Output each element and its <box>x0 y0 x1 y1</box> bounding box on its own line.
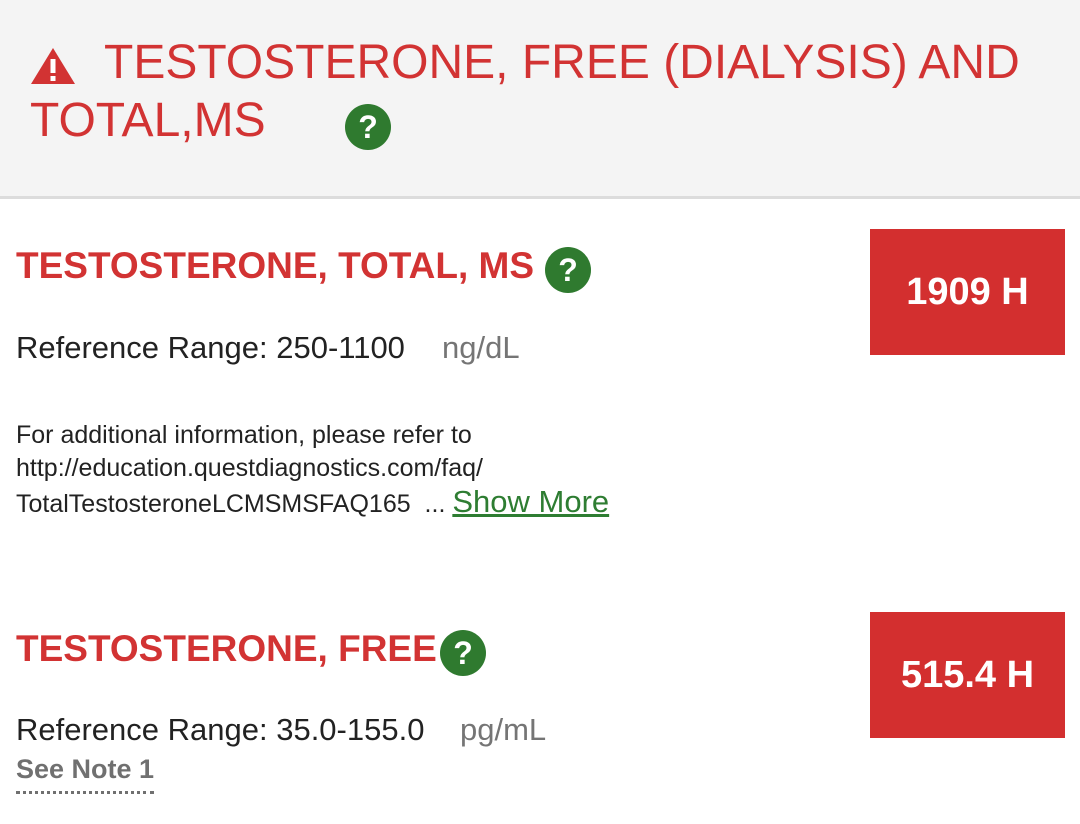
unit-label: pg/mL <box>460 712 547 747</box>
see-note-link[interactable]: See Note 1 <box>16 754 155 794</box>
question-circle-icon[interactable]: ? <box>345 104 391 150</box>
result-name: TESTOSTERONE, FREE <box>16 628 437 669</box>
reference-range: Reference Range: 35.0-155.0 <box>16 712 425 747</box>
info-line-text: TotalTestosteroneLCMSMSFAQ165 <box>16 490 411 518</box>
reference-range: Reference Range: 250-1100 <box>16 330 405 365</box>
info-line: For additional information, please refer… <box>16 421 472 449</box>
info-line: http://education.questdiagnostics.com/fa… <box>16 454 483 482</box>
ellipsis: ... <box>424 490 446 518</box>
info-line: TotalTestosteroneLCMSMSFAQ165 ... Show M… <box>16 485 609 521</box>
question-circle-icon[interactable]: ? <box>440 630 486 676</box>
panel-header: TESTOSTERONE, FREE (DIALYSIS) AND TOTAL,… <box>0 0 1080 199</box>
panel-title: TESTOSTERONE, FREE (DIALYSIS) AND TOTAL,… <box>30 36 1020 147</box>
question-circle-icon[interactable]: ? <box>545 247 591 293</box>
unit-label: ng/dL <box>442 330 520 365</box>
result-value-badge: 1909 H <box>870 229 1065 355</box>
result-name: TESTOSTERONE, TOTAL, MS <box>16 245 535 286</box>
result-value-badge: 515.4 H <box>870 612 1065 738</box>
show-more-link[interactable]: Show More <box>452 484 609 519</box>
additional-info-text: For additional information, please refer… <box>16 419 609 521</box>
